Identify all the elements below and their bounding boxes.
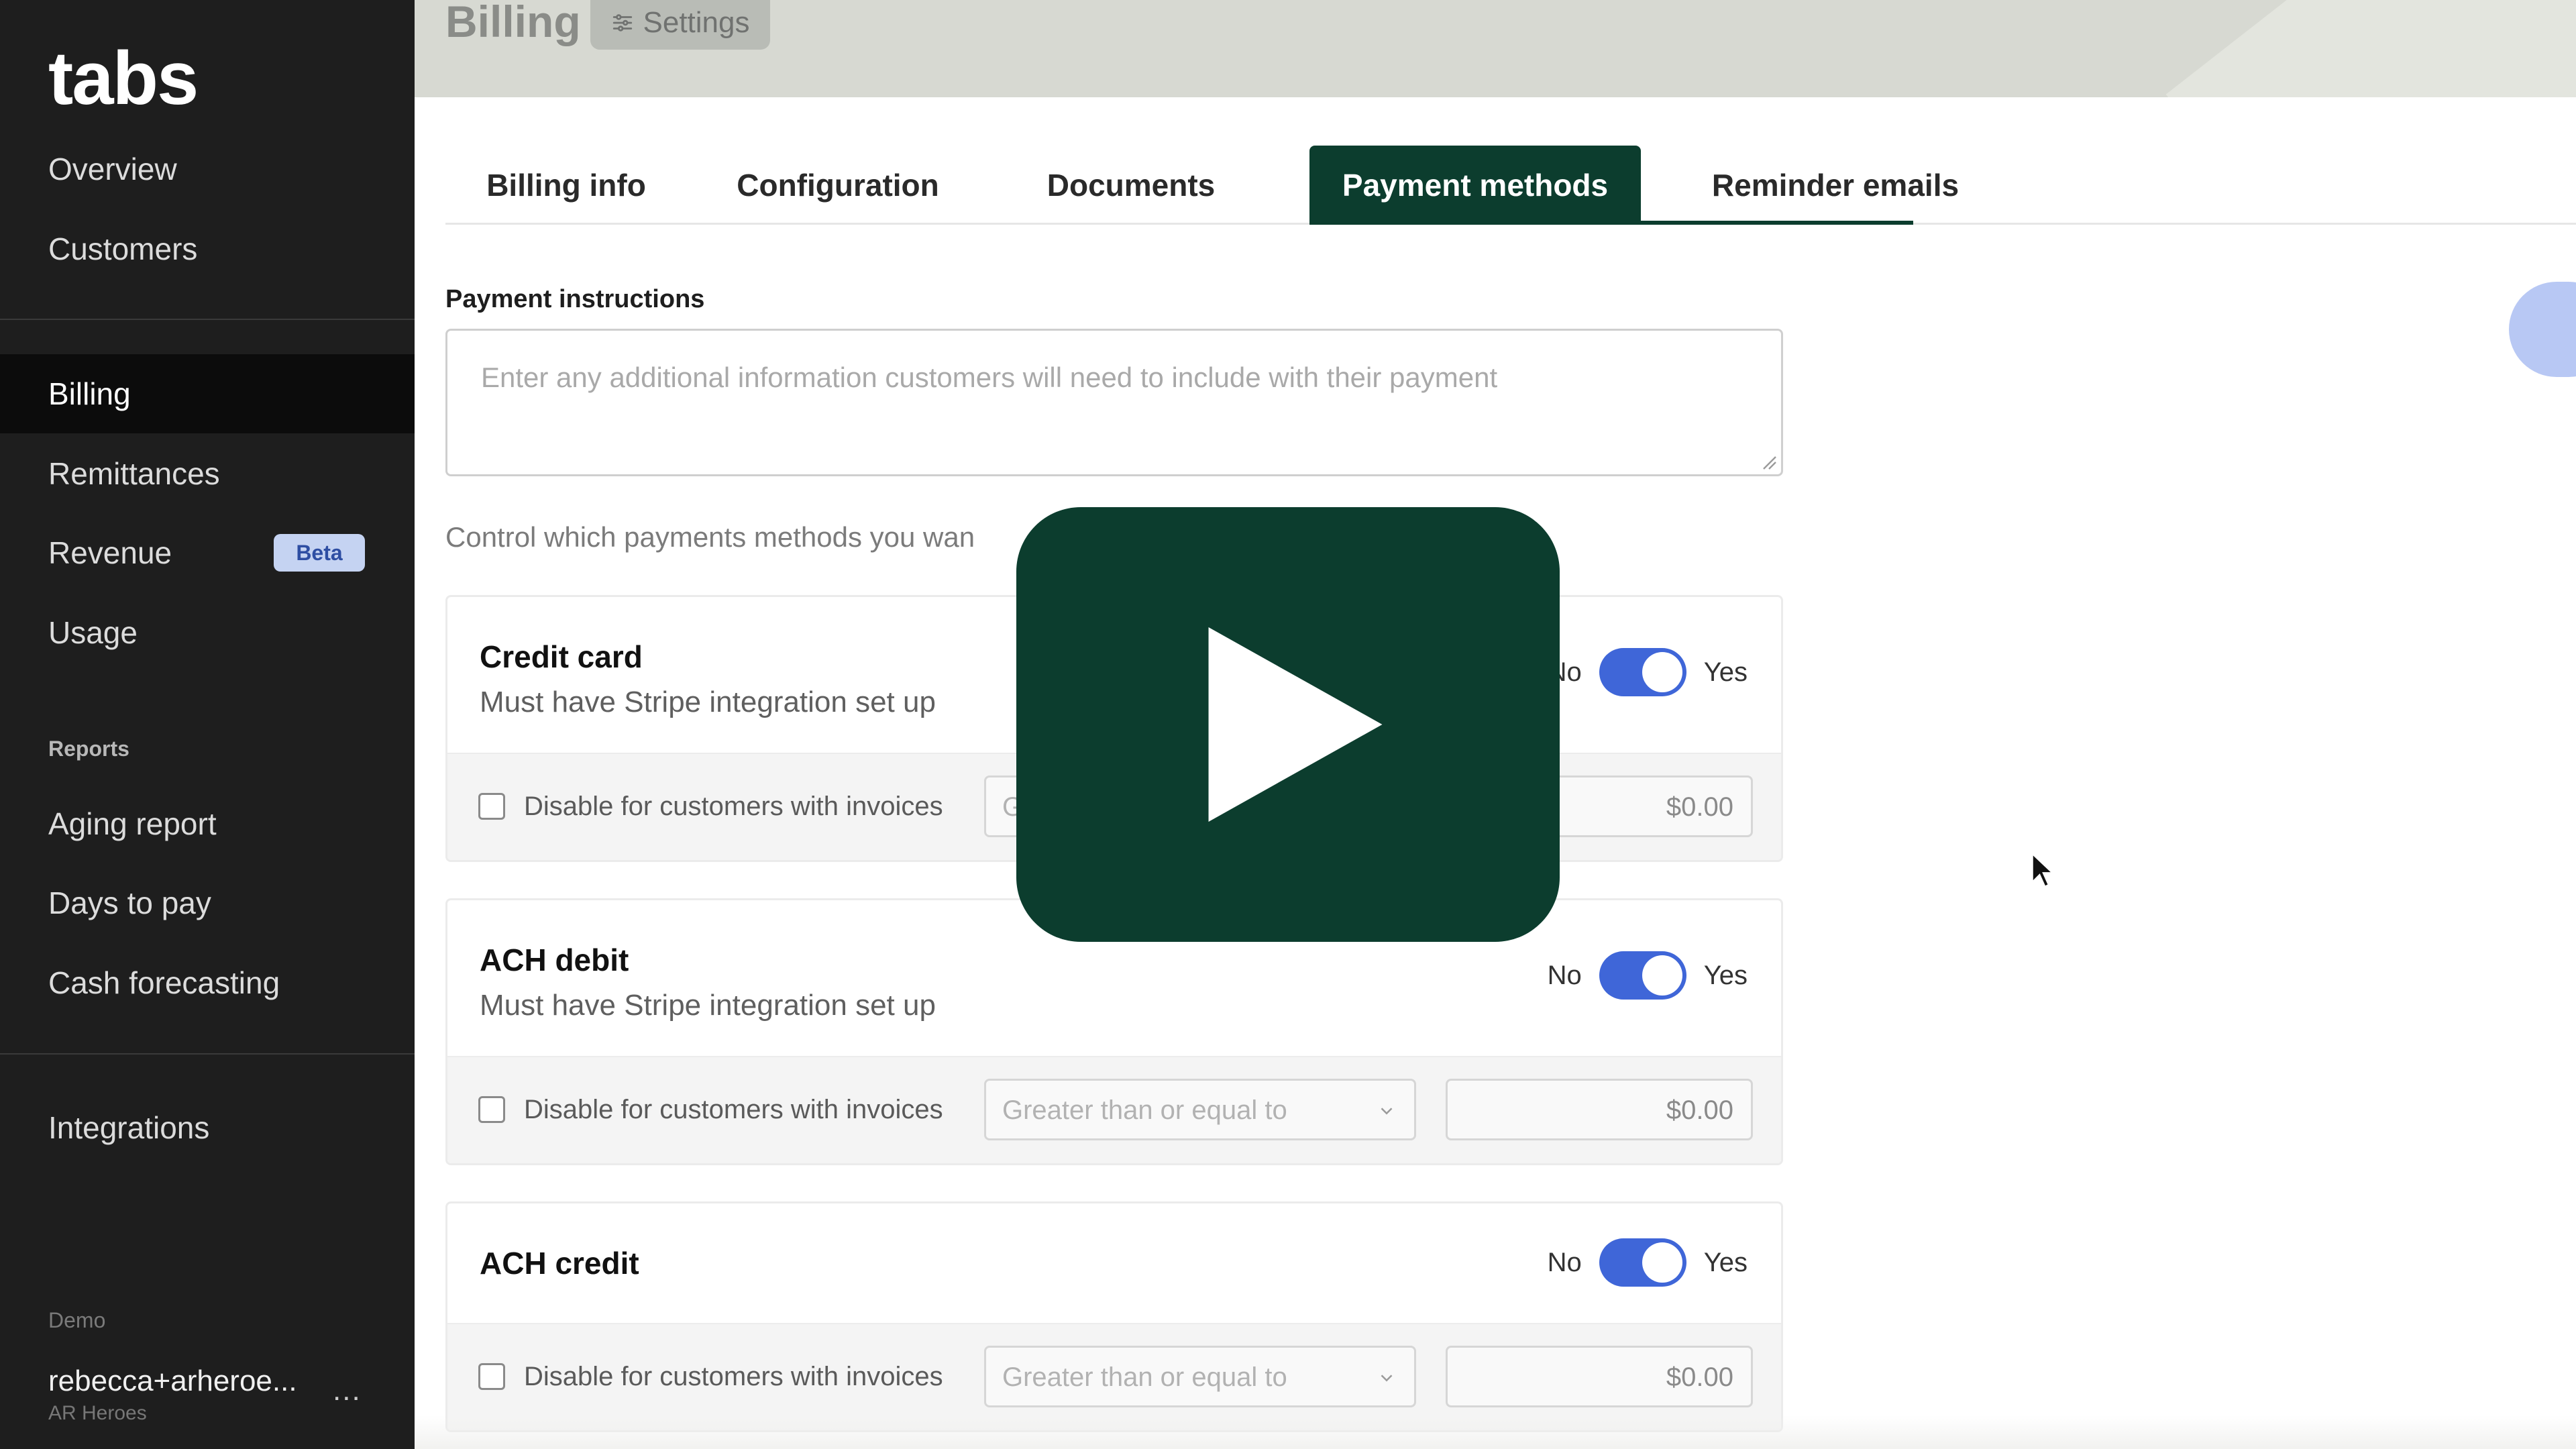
tab-documents[interactable]: Documents [1008,146,1254,225]
toggle-yes-label: Yes [1703,960,1748,990]
account-org: AR Heroes [48,1402,147,1424]
payment-instructions-placeholder: Enter any additional information custome… [481,362,1498,393]
disable-checkbox[interactable] [478,1363,505,1390]
page-title: Billing [445,0,581,46]
beta-badge: Beta [274,534,365,572]
sliders-icon [612,14,632,32]
disable-label: Disable for customers with invoices [524,1095,943,1124]
video-play-button[interactable] [1016,507,1560,942]
tab-payment-methods[interactable]: Payment methods [1309,146,1641,225]
payment-instructions-input[interactable]: Enter any additional information custome… [445,329,1783,476]
method-disable-row: Disable for customers with invoices Grea… [447,1056,1781,1163]
control-methods-text: Control which payments methods you wan [445,521,975,553]
method-toggle-group: No Yes [1548,648,1748,696]
resize-handle-icon[interactable] [1761,454,1777,470]
sidebar-item-customers[interactable]: Customers [0,209,415,288]
sidebar-item-remittances[interactable]: Remittances [0,434,415,513]
method-toggle-group: No Yes [1548,1238,1748,1287]
amount-value: $0.00 [1666,1362,1733,1392]
toggle-knob [1642,955,1682,996]
method-subtitle: Must have Stripe integration set up [480,686,936,718]
payment-method-card-ach-credit: ACH credit No Yes Disable for customers … [445,1201,1783,1432]
sidebar-item-integrations[interactable]: Integrations [0,1088,415,1167]
toggle-yes-label: Yes [1703,657,1748,687]
play-icon [1208,627,1383,822]
sidebar-item-aging-report[interactable]: Aging report [0,784,415,863]
toggle-no-label: No [1547,960,1582,990]
amount-input[interactable]: $0.00 [1446,1079,1753,1140]
method-subtitle: Must have Stripe integration set up [480,989,936,1022]
sidebar-item-cash-forecasting[interactable]: Cash forecasting [0,943,415,1022]
method-title: Credit card [480,639,643,674]
condition-select[interactable]: Greater than or equal to [984,1079,1416,1140]
sidebar-item-days-to-pay[interactable]: Days to pay [0,863,415,943]
tab-billing-info[interactable]: Billing info [445,146,687,225]
payment-instructions-label: Payment instructions [445,285,705,313]
toggle-no-label: No [1547,1247,1582,1277]
disable-checkbox[interactable] [478,793,505,820]
page-header: Billing Settings [415,0,2576,97]
cursor-arrow-icon [2031,851,2055,889]
amount-value: $0.00 [1666,792,1733,822]
toggle-knob [1642,652,1682,692]
toggle-knob [1642,1242,1682,1283]
disable-checkbox[interactable] [478,1096,505,1123]
account-section-label: Demo [48,1308,106,1332]
ach-credit-toggle[interactable] [1599,1238,1686,1287]
disable-label: Disable for customers with invoices [524,792,943,821]
method-disable-row: Disable for customers with invoices Grea… [447,1323,1781,1430]
credit-card-toggle[interactable] [1599,648,1686,696]
amount-value: $0.00 [1666,1095,1733,1125]
method-title: ACH debit [480,943,629,977]
ach-debit-toggle[interactable] [1599,951,1686,1000]
sidebar-divider [0,1053,415,1055]
header-decoration [2165,0,2576,97]
app-logo[interactable]: tabs [48,35,199,121]
chevron-down-icon [1381,1108,1393,1115]
condition-select[interactable]: Greater than or equal to [984,1346,1416,1407]
disable-label: Disable for customers with invoices [524,1362,943,1391]
tab-reminder-emails[interactable]: Reminder emails [1681,146,1990,225]
sidebar-item-overview[interactable]: Overview [0,129,415,209]
amount-input[interactable]: $0.00 [1446,1346,1753,1407]
method-toggle-group: No Yes [1548,951,1748,1000]
condition-select-value: Greater than or equal to [1002,1095,1287,1125]
sidebar-divider [0,319,415,320]
sidebar: tabs Overview Customers Billing Remittan… [0,0,415,1449]
condition-select-value: Greater than or equal to [1002,1362,1287,1392]
method-title: ACH credit [480,1246,639,1281]
account-email[interactable]: rebecca+arheroe... [48,1364,297,1398]
chevron-down-icon [1381,1375,1393,1382]
tab-configuration[interactable]: Configuration [706,146,970,225]
reports-section-label: Reports [48,737,129,761]
account-more-button[interactable]: ... [333,1374,362,1407]
toggle-yes-label: Yes [1703,1247,1748,1277]
sidebar-item-billing[interactable]: Billing [0,354,415,433]
sidebar-item-usage[interactable]: Usage [0,593,415,672]
settings-button[interactable]: Settings [590,0,770,50]
settings-label: Settings [643,6,750,39]
